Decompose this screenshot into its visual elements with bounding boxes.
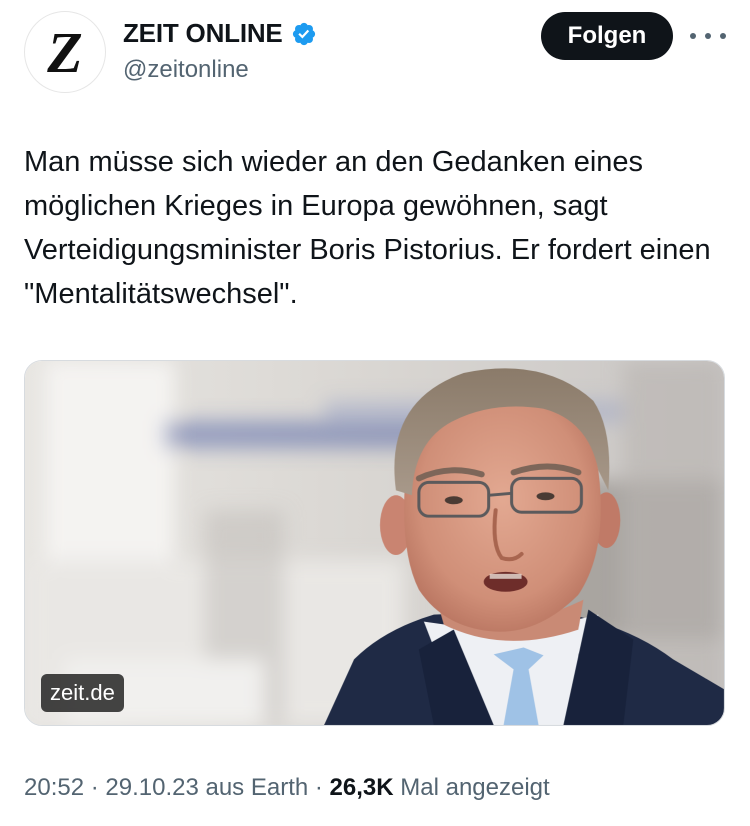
verified-badge-icon — [292, 22, 315, 45]
more-dot — [705, 33, 711, 39]
author-name[interactable]: ZEIT ONLINE — [123, 18, 283, 49]
article-photo — [25, 361, 724, 725]
avatar-logo-letter: Z — [47, 20, 83, 85]
tweet-source: aus Earth — [198, 774, 309, 801]
link-domain-badge: zeit.de — [41, 674, 124, 712]
views-label: Mal angezeigt — [393, 774, 550, 801]
more-dot — [690, 33, 696, 39]
author-handle[interactable]: @zeitonline — [123, 56, 249, 84]
tweet-time[interactable]: 20:52 — [24, 774, 84, 801]
follow-button[interactable]: Folgen — [541, 12, 673, 60]
tweet-text: Man müsse sich wieder an den Gedanken ei… — [24, 146, 711, 310]
author-name-row[interactable]: ZEIT ONLINE — [123, 18, 317, 49]
tweet: Z ZEIT ONLINE @zeitonline Folgen Man müs… — [0, 0, 750, 826]
author-avatar[interactable]: Z — [24, 11, 106, 93]
tweet-meta: 20:52 · 29.10.23 aus Earth · 26,3K Mal a… — [24, 774, 550, 802]
link-preview-card[interactable]: zeit.de — [24, 360, 725, 726]
views-count[interactable]: 26,3K — [330, 774, 394, 801]
more-dot — [720, 33, 726, 39]
meta-separator: · — [84, 774, 106, 801]
meta-separator: · — [308, 774, 330, 801]
more-options-icon[interactable] — [690, 22, 726, 50]
tweet-date[interactable]: 29.10.23 — [105, 774, 198, 801]
